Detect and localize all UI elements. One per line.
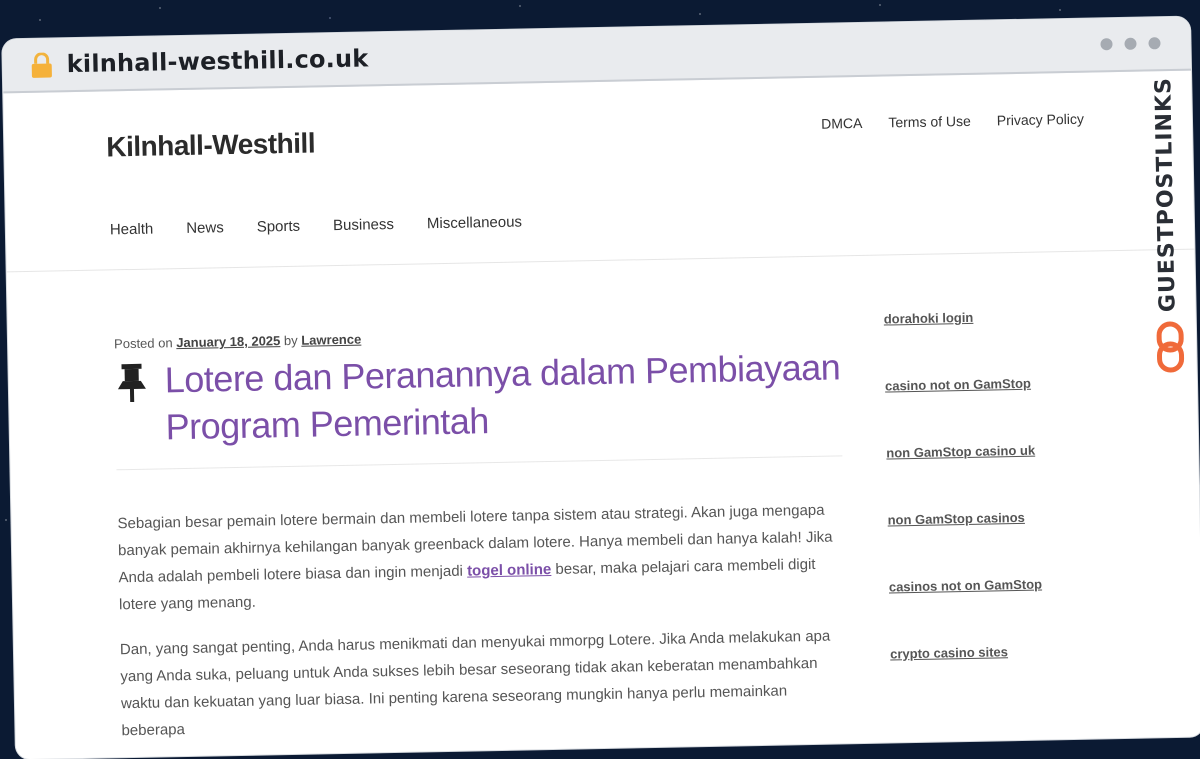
watermark-text: GUESTPOSTLINKS: [1151, 76, 1181, 313]
site-title[interactable]: Kilnhall-Westhill: [106, 127, 315, 163]
top-links: DMCA Terms of Use Privacy Policy: [821, 111, 1084, 132]
top-link-dmca[interactable]: DMCA: [821, 115, 863, 132]
pushpin-icon: [117, 363, 146, 403]
post-body: Sebagian besar pemain lotere bermain dan…: [117, 496, 851, 744]
sidebar-link[interactable]: non GamStop casinos: [887, 508, 1107, 528]
lock-icon: [31, 52, 52, 78]
nav-item-sports[interactable]: Sports: [257, 218, 301, 236]
top-link-privacy[interactable]: Privacy Policy: [997, 111, 1084, 129]
by-label: by: [283, 332, 298, 349]
site-header: Kilnhall-Westhill DMCA Terms of Use Priv…: [3, 70, 1195, 273]
browser-window: kilnhall-westhill.co.uk Kilnhall-Westhil…: [2, 16, 1200, 759]
sidebar: dorahoki login casino not on GamStop non…: [884, 307, 1112, 713]
paragraph: Sebagian besar pemain lotere bermain dan…: [117, 496, 849, 618]
post-title[interactable]: Lotere dan Peranannya dalam Pembiayaan P…: [164, 343, 846, 450]
post-title-row: Lotere dan Peranannya dalam Pembiayaan P…: [114, 343, 846, 451]
posted-on-label: Posted on: [113, 335, 173, 352]
chain-link-icon: [1156, 321, 1185, 373]
screenshot-scene: kilnhall-westhill.co.uk Kilnhall-Westhil…: [0, 0, 1200, 759]
sidebar-link[interactable]: non GamStop casino uk: [886, 441, 1106, 461]
nav-item-miscellaneous[interactable]: Miscellaneous: [427, 213, 522, 232]
nav-item-health[interactable]: Health: [110, 221, 154, 239]
nav-item-business[interactable]: Business: [333, 216, 394, 234]
post-author-link[interactable]: Lawrence: [301, 332, 361, 348]
sidebar-link[interactable]: casinos not on GamStop: [889, 575, 1109, 595]
post-date-link[interactable]: January 18, 2025: [176, 333, 280, 350]
paragraph: Dan, yang sangat penting, Anda harus men…: [119, 627, 831, 740]
post-article: Posted on January 18, 2025 by Lawrence L…: [114, 322, 852, 759]
sidebar-link[interactable]: dorahoki login: [884, 307, 1104, 327]
title-divider: [116, 455, 843, 471]
sidebar-link[interactable]: crypto casino sites: [890, 642, 1110, 661]
togel-online-link[interactable]: togel online: [467, 561, 551, 580]
top-link-terms[interactable]: Terms of Use: [888, 113, 971, 131]
main-nav: Health News Sports Business Miscellaneou…: [110, 213, 522, 238]
watermark-ribbon: GUESTPOSTLINKS: [1147, 77, 1189, 378]
address-bar-url[interactable]: kilnhall-westhill.co.uk: [66, 44, 368, 78]
window-dot[interactable]: [1100, 38, 1113, 51]
nav-item-news[interactable]: News: [186, 219, 224, 237]
sidebar-link[interactable]: casino not on GamStop: [885, 374, 1105, 394]
window-dot[interactable]: [1124, 37, 1137, 50]
